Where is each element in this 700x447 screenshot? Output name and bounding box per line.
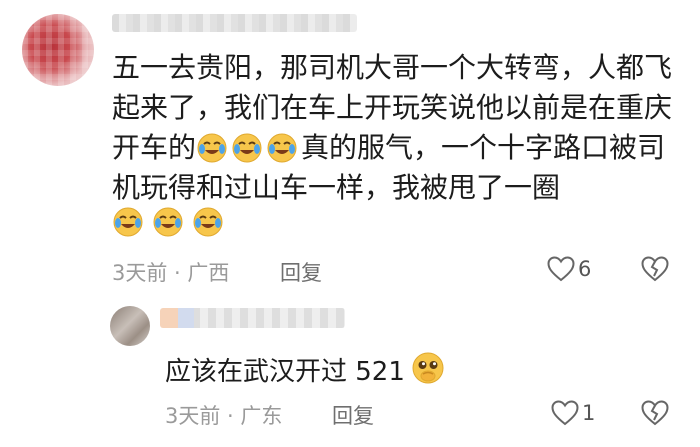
reply-reply-button[interactable]: 回复: [332, 400, 374, 430]
reply-meta: 3天前 · 广东: [165, 404, 283, 428]
reply-username-blurred[interactable]: [160, 308, 345, 328]
reply-like-button[interactable]: [551, 400, 579, 426]
laughing-crying-emoji: [197, 133, 227, 163]
laughing-crying-emoji: [113, 207, 143, 237]
pleading-face-emoji: [412, 352, 444, 384]
pleading-face-emoji-wrap: [411, 351, 445, 385]
like-button[interactable]: [547, 256, 575, 282]
laughing-crying-emoji: [232, 133, 262, 163]
broken-heart-icon: [641, 400, 669, 426]
heart-outline-icon: [551, 400, 579, 426]
laughing-crying-emoji: [193, 207, 223, 237]
laughing-crying-emoji: [267, 133, 297, 163]
username-blurred[interactable]: [112, 14, 357, 32]
reply-dislike-button[interactable]: [641, 400, 669, 426]
dislike-button[interactable]: [641, 256, 669, 282]
comment-meta: 3天前 · 广西: [112, 261, 230, 285]
reply-like-count: 1: [582, 401, 596, 425]
heart-outline-icon: [547, 256, 575, 282]
avatar[interactable]: [22, 14, 94, 86]
broken-heart-icon: [641, 256, 669, 282]
reply-avatar[interactable]: [110, 306, 150, 346]
trailing-emojis: [112, 206, 232, 238]
laughing-crying-emoji: [153, 207, 183, 237]
reply-text: 应该在武汉开过 521: [165, 357, 405, 387]
like-count: 6: [578, 257, 592, 281]
reply-button[interactable]: 回复: [280, 257, 322, 287]
comment-text: 五一去贵阳，那司机大哥一个大转弯，人都飞起来了，我们在车上开玩笑说他以前是在重庆…: [112, 48, 672, 208]
